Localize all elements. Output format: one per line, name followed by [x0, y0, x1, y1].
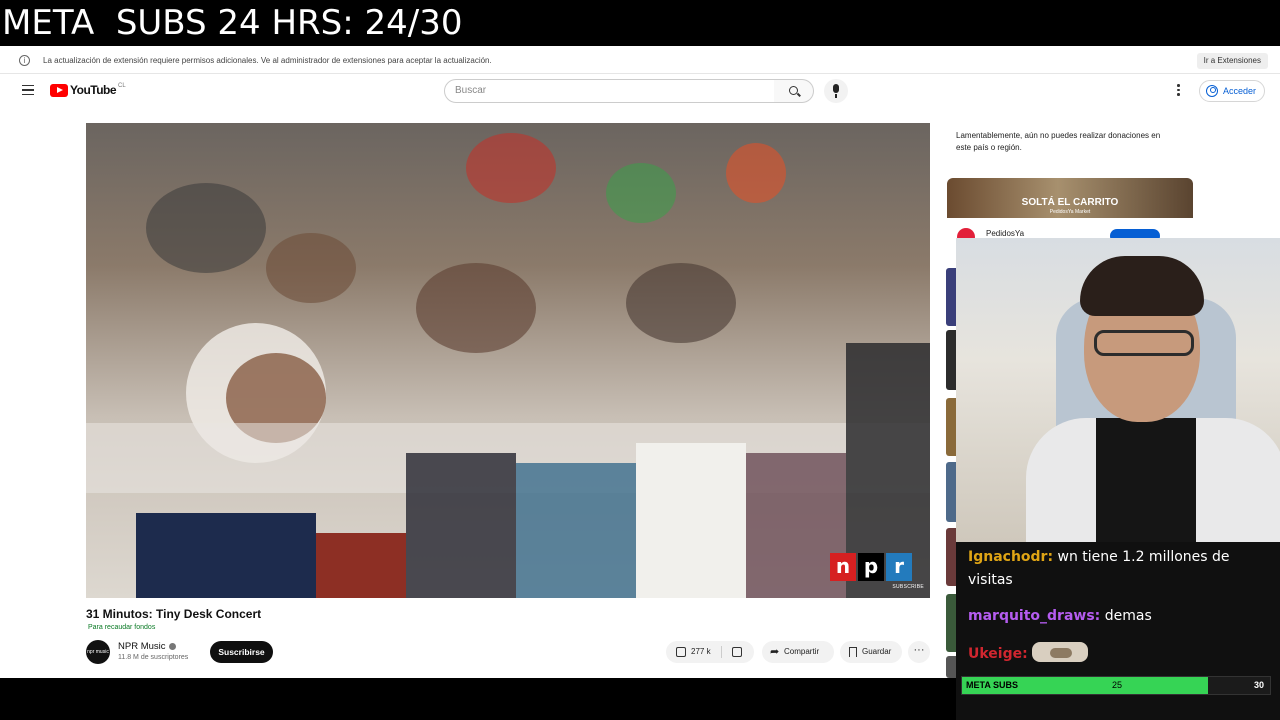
sign-in-button[interactable]: Acceder — [1199, 80, 1265, 102]
share-icon: ➦ — [770, 646, 780, 658]
verified-icon — [168, 643, 176, 650]
ad-banner[interactable]: SOLTÁ EL CARRITO PedidosYa Market — [947, 178, 1193, 218]
save-button[interactable]: Guardar — [840, 641, 902, 663]
channel-name-link[interactable]: NPR Music — [118, 641, 176, 652]
subscriber-count: 11.8 M de suscriptores — [118, 654, 189, 661]
related-thumbnail[interactable] — [946, 330, 956, 390]
like-divider — [721, 646, 722, 658]
microphone-icon — [833, 84, 839, 98]
ad-brand-line: PedidosYa Market — [1049, 209, 1091, 215]
npr-letter-n: n — [830, 553, 856, 581]
voice-search-button[interactable] — [824, 79, 848, 103]
goal-target-count: 30 — [1253, 680, 1264, 690]
streamer-webcam — [956, 238, 1280, 542]
cat-emote-icon — [1032, 642, 1089, 662]
extension-notice-bar: i La actualización de extensión requiere… — [0, 46, 1280, 74]
extension-notice-text: La actualización de extensión requiere p… — [43, 56, 492, 65]
dislike-icon[interactable] — [732, 647, 742, 657]
stream-frame: META SUBS 24 HRS: 24/30 i La actualizaci… — [0, 0, 1280, 720]
save-label: Guardar — [862, 647, 892, 656]
search-button[interactable] — [774, 79, 814, 103]
chat-username: Ukeige: — [968, 646, 1028, 662]
youtube-header: YouTube CL Buscar Acceder — [0, 74, 1280, 110]
fundraiser-link[interactable]: Para recaudar fondos — [88, 624, 155, 631]
npr-letter-p: p — [858, 553, 884, 581]
video-title: 31 Minutos: Tiny Desk Concert — [86, 607, 262, 621]
subs-goal-banner: META SUBS 24 HRS: 24/30 — [0, 0, 1280, 46]
youtube-wordmark: YouTube — [70, 83, 117, 97]
related-thumbnail[interactable] — [946, 656, 956, 678]
ad-footer: PedidosYa — [947, 218, 1193, 246]
go-to-extensions-button[interactable]: Ir a Extensiones — [1196, 53, 1268, 69]
chat-text: demas — [1100, 608, 1152, 624]
chat-message: Ukeige: — [968, 642, 1089, 666]
user-icon — [1206, 85, 1218, 97]
sign-in-label: Acceder — [1223, 86, 1257, 96]
advertiser-name[interactable]: PedidosYa — [986, 229, 1024, 238]
goal-current-count: 25 — [1112, 680, 1123, 690]
npr-watermark-logo: n p r — [830, 553, 912, 581]
channel-name: NPR Music — [118, 641, 166, 652]
share-label: Compartir — [784, 647, 820, 656]
country-code: CL — [118, 83, 126, 89]
info-icon: i — [19, 55, 30, 66]
subs-goal-progress-bar: META SUBS 25 30 — [961, 676, 1271, 695]
goal-label: META SUBS — [966, 680, 1019, 690]
donation-unavailable-note: Lamentablemente, aún no puedes realizar … — [956, 131, 1161, 152]
npr-letter-r: r — [886, 553, 912, 581]
chat-username: Ignachodr: — [968, 549, 1054, 565]
settings-more-button[interactable] — [1177, 84, 1181, 98]
streamer-hair — [1080, 256, 1204, 316]
related-thumbnail[interactable] — [946, 462, 956, 522]
like-icon[interactable] — [676, 647, 686, 657]
glasses — [1094, 330, 1194, 356]
video-player[interactable]: n p r SUBSCRIBE — [86, 123, 930, 598]
subscribe-button[interactable]: Suscribirse — [210, 641, 273, 663]
chat-message: marquito_draws: demas — [968, 605, 1152, 628]
share-button[interactable]: ➦ Compartir — [762, 641, 834, 663]
hamburger-menu-icon[interactable] — [22, 85, 34, 95]
related-thumbnail[interactable] — [946, 268, 956, 326]
like-dislike-group: 277 k — [666, 641, 754, 663]
like-count[interactable]: 277 k — [691, 641, 711, 663]
chat-username: marquito_draws: — [968, 608, 1101, 624]
chat-message: Ignachodr: wn tiene 1.2 millones de visi… — [968, 546, 1268, 592]
search-input[interactable]: Buscar — [444, 79, 775, 103]
related-thumbnail[interactable] — [946, 594, 956, 652]
related-thumbnail[interactable] — [946, 528, 956, 586]
channel-avatar[interactable]: npr music — [86, 640, 110, 664]
ad-title: SOLTÁ EL CARRITO — [1021, 197, 1119, 208]
shirt — [1096, 418, 1196, 542]
search-icon — [789, 86, 798, 95]
youtube-play-icon — [50, 83, 68, 97]
npr-subscribe-watermark[interactable]: SUBSCRIBE — [892, 584, 924, 590]
more-actions-button[interactable]: ··· — [908, 641, 930, 663]
youtube-logo[interactable]: YouTube CL — [50, 83, 126, 97]
bookmark-icon — [849, 647, 857, 657]
related-thumbnail[interactable] — [946, 398, 956, 456]
